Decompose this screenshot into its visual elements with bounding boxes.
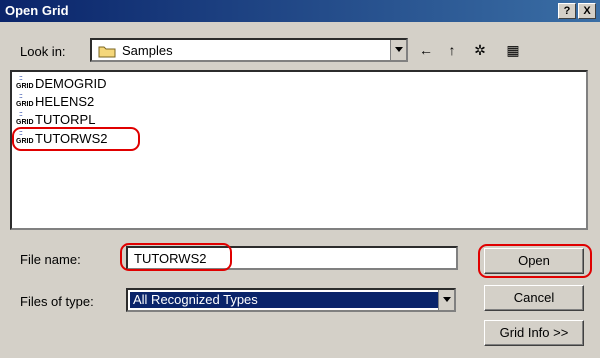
highlight-ring	[12, 127, 140, 151]
highlight-ring	[478, 244, 592, 278]
file-name-text: HELENS2	[35, 94, 95, 109]
look-in-dropdown[interactable]: Samples	[90, 38, 408, 62]
up-folder-icon[interactable]: ↑	[442, 42, 462, 60]
folder-icon	[98, 46, 116, 58]
new-folder-icon[interactable]: ✲	[470, 42, 490, 60]
look-in-value: Samples	[122, 43, 173, 58]
view-menu-icon[interactable]: ▦	[500, 42, 526, 60]
back-arrow-icon[interactable]: ←	[416, 42, 436, 60]
file-type-label: Files of type:	[20, 294, 94, 309]
file-list[interactable]: ::: GRID DEMOGRID ::: GRID HELENS2 ::: GRID…	[10, 70, 588, 230]
grid-info-button[interactable]: Grid Info >>	[484, 320, 584, 346]
file-name-text: TUTORPL	[35, 112, 96, 127]
look-in-label: Look in:	[20, 44, 66, 59]
file-type-value: All Recognized Types	[130, 292, 439, 308]
grid-file-icon: ::: GRID	[16, 75, 34, 90]
file-type-dropdown[interactable]: All Recognized Types	[126, 288, 456, 312]
title-bar: Open Grid ? X	[0, 0, 600, 22]
file-name-label: File name:	[20, 252, 81, 267]
file-name-text: DEMOGRID	[35, 76, 107, 91]
cancel-button[interactable]: Cancel	[484, 285, 584, 311]
close-button[interactable]: X	[578, 3, 596, 19]
help-button[interactable]: ?	[558, 3, 576, 19]
chevron-down-icon[interactable]	[390, 40, 406, 60]
highlight-ring	[120, 243, 232, 271]
open-grid-dialog: Open Grid ? X Look in: Samples ← ↑ ✲ ▦ :…	[0, 0, 600, 358]
chevron-down-icon[interactable]	[438, 290, 454, 310]
grid-file-icon: ::: GRID	[16, 111, 34, 126]
dialog-title: Open Grid	[5, 3, 69, 18]
grid-file-icon: ::: GRID	[16, 93, 34, 108]
